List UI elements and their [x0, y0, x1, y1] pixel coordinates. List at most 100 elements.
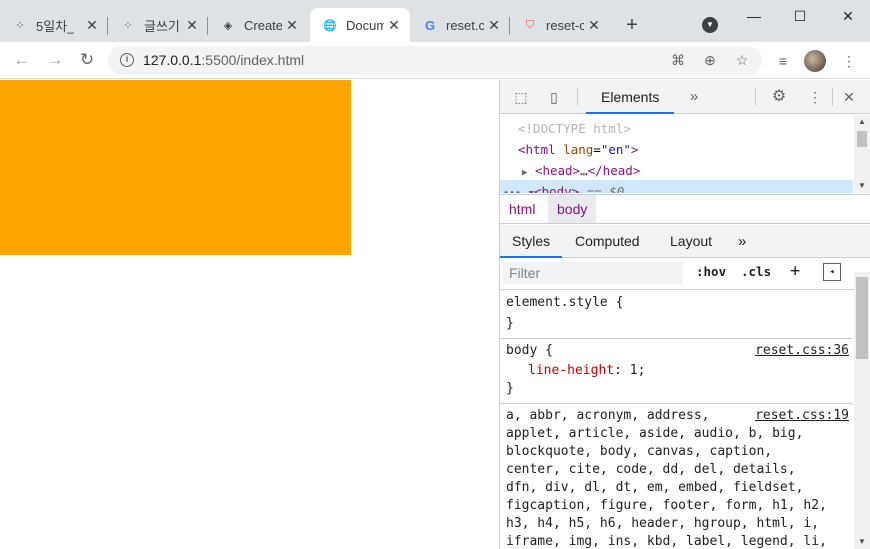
html-node[interactable]: <html lang="en"> — [518, 139, 638, 160]
tab-layout[interactable]: Layout — [670, 225, 712, 258]
hov-toggle[interactable]: :hov — [696, 264, 726, 279]
tab-title: Create — [244, 17, 282, 33]
tab-title: reset.c — [446, 17, 484, 33]
close-tab-icon[interactable]: ✕ — [184, 17, 200, 33]
more-tabs-icon[interactable]: » — [738, 225, 746, 258]
html-tag: <html — [518, 142, 556, 157]
divider — [832, 88, 833, 106]
browser-tab[interactable]: ⁘ 글쓰기 ✕ — [108, 8, 208, 42]
styles-pane: element.style { } body { reset.css:36 li… — [500, 291, 853, 549]
browser-tab[interactable]: ◈ Create ✕ — [208, 8, 308, 42]
site-info-icon[interactable]: i — [120, 53, 134, 67]
browser-tab[interactable]: ⁘ 5일차_ ✕ — [0, 8, 108, 42]
rule-selector-line[interactable]: applet, article, aside, audio, b, big, — [506, 425, 803, 443]
browser-tab[interactable]: G reset.c ✕ — [410, 8, 510, 42]
scroll-thumb[interactable] — [856, 277, 868, 359]
scroll-down-icon[interactable]: ▼ — [858, 537, 866, 546]
url-path: :5500/index.html — [201, 52, 305, 68]
rule-selector-line[interactable]: a, abbr, acronym, address, — [506, 407, 710, 425]
close-tab-icon[interactable]: ✕ — [284, 17, 300, 33]
divider — [577, 88, 578, 106]
tistory-icon: ⁘ — [15, 19, 25, 32]
close-tab-icon[interactable]: ✕ — [84, 17, 100, 33]
ellipsis-icon[interactable]: ••• — [503, 188, 521, 193]
new-tab-icon[interactable]: + — [622, 15, 642, 35]
minimize-icon[interactable]: — — [744, 6, 764, 26]
back-icon[interactable]: ← — [12, 50, 32, 70]
property-value: : 1; — [614, 363, 646, 378]
tab-title: 5일차_ — [36, 18, 74, 34]
translate-icon[interactable]: ⌘ — [670, 52, 686, 68]
close-tab-icon[interactable]: ✕ — [586, 17, 602, 33]
scroll-down-icon[interactable]: ▼ — [858, 181, 866, 190]
rule-source-link[interactable]: reset.css:19 — [755, 407, 849, 425]
tab-elements[interactable]: Elements — [586, 80, 675, 114]
cls-toggle[interactable]: .cls — [741, 264, 771, 279]
zoom-icon[interactable]: ⊕ — [702, 52, 718, 68]
devtools-toolbar: ⬚ ▯ Elements » ⚙ ⋮ ✕ — [500, 80, 870, 114]
maximize-icon[interactable]: ☐ — [790, 6, 810, 26]
breadcrumb-html[interactable]: html — [500, 195, 544, 223]
codepen-icon: ◈ — [223, 19, 233, 32]
filter-input[interactable]: Filter — [503, 262, 683, 284]
rule-selector-line[interactable]: dfn, div, dl, dt, em, embed, fieldset, — [506, 479, 803, 497]
tab-styles[interactable]: Styles — [500, 225, 563, 258]
reload-icon[interactable]: ↻ — [77, 50, 97, 70]
body-tag: <body> — [534, 184, 580, 193]
avatar[interactable] — [804, 50, 826, 72]
device-toolbar-icon[interactable]: ▯ — [545, 88, 563, 106]
attr-value: "en" — [600, 142, 631, 157]
forward-icon[interactable]: → — [45, 50, 65, 70]
browser-tab[interactable]: ⛉ reset-c ✕ — [510, 8, 610, 42]
gear-icon[interactable]: ⚙ — [770, 88, 788, 106]
rule-declaration[interactable]: line-height: 1; — [528, 362, 645, 380]
styles-tabbar: Styles Computed Layout » — [500, 225, 870, 258]
tab-title: 글쓰기 — [144, 18, 180, 34]
rule-selector-line[interactable]: figcaption, figure, footer, form, h1, h2… — [506, 497, 827, 515]
bookmark-star-icon[interactable]: ☆ — [734, 52, 750, 68]
scroll-up-icon[interactable]: ▲ — [858, 117, 866, 126]
orange-box — [0, 80, 351, 255]
rule-selector-line[interactable]: h3, h4, h5, h6, header, hgroup, html, i, — [506, 515, 819, 533]
reading-list-icon[interactable]: ≡ — [774, 52, 792, 70]
new-rule-icon[interactable]: + — [790, 261, 800, 281]
tab-computed[interactable]: Computed — [575, 225, 640, 258]
doctype-node[interactable]: <!DOCTYPE html> — [518, 118, 631, 139]
close-window-icon[interactable]: ✕ — [838, 6, 858, 26]
address-bar[interactable]: i 127.0.0.1:5500/index.html ⌘ ⊕ ☆ — [108, 46, 762, 75]
breadcrumb-body[interactable]: body — [548, 195, 597, 223]
tab-title: Docum — [346, 17, 384, 33]
tistory-icon: ⁘ — [123, 19, 133, 32]
attr-name: lang — [563, 142, 594, 157]
menu-icon[interactable]: ⋮ — [840, 52, 858, 70]
close-tab-icon[interactable]: ✕ — [386, 17, 402, 33]
kebab-menu-icon[interactable]: ⋮ — [806, 88, 824, 106]
rule-selector-line[interactable]: iframe, img, ins, kbd, label, legend, li… — [506, 533, 827, 549]
rule-selector-line[interactable]: center, cite, code, dd, del, details, — [506, 461, 796, 479]
more-tabs-icon[interactable]: » — [685, 88, 703, 106]
close-devtools-icon[interactable]: ✕ — [840, 88, 858, 106]
tab-search-icon[interactable]: ▼ — [702, 17, 718, 33]
rule-source-link[interactable]: reset.css:36 — [755, 342, 849, 360]
scroll-thumb[interactable] — [857, 131, 867, 147]
property-name: line-height — [528, 363, 615, 378]
head-node[interactable]: ▶ <head>…</head> — [522, 160, 640, 181]
browser-toolbar: ← → ↻ i 127.0.0.1:5500/index.html ⌘ ⊕ ☆ … — [0, 42, 870, 79]
rule-selector-line[interactable]: blockquote, body, canvas, caption, — [506, 443, 772, 461]
body-node[interactable]: ••• ▼<body> == $0 — [503, 181, 624, 193]
expand-triangle-icon[interactable]: ▶ — [522, 168, 527, 178]
inspect-element-icon[interactable]: ⬚ — [512, 88, 530, 106]
url-text[interactable]: 127.0.0.1:5500/index.html — [143, 52, 304, 68]
browser-tab-active[interactable]: 🌐 Docum ✕ — [310, 8, 410, 42]
sidebar-toggle-icon[interactable]: ◂ — [823, 263, 841, 281]
dom-scrollbar[interactable]: ▲ ▼ — [854, 115, 870, 193]
styles-scrollbar[interactable]: ▼ — [854, 272, 870, 549]
breadcrumb: html body — [500, 194, 870, 224]
rule-selector[interactable]: element.style { — [506, 294, 623, 312]
style-rule: element.style { } — [500, 291, 853, 339]
close-tab-icon[interactable]: ✕ — [486, 17, 502, 33]
divider — [755, 88, 756, 106]
rule-selector[interactable]: body { — [506, 342, 553, 360]
tab-strip: ⁘ 5일차_ ✕ ⁘ 글쓰기 ✕ ◈ Create ✕ 🌐 Docum ✕ G … — [0, 0, 870, 42]
style-rule: body { reset.css:36 line-height: 1; } — [500, 339, 853, 404]
